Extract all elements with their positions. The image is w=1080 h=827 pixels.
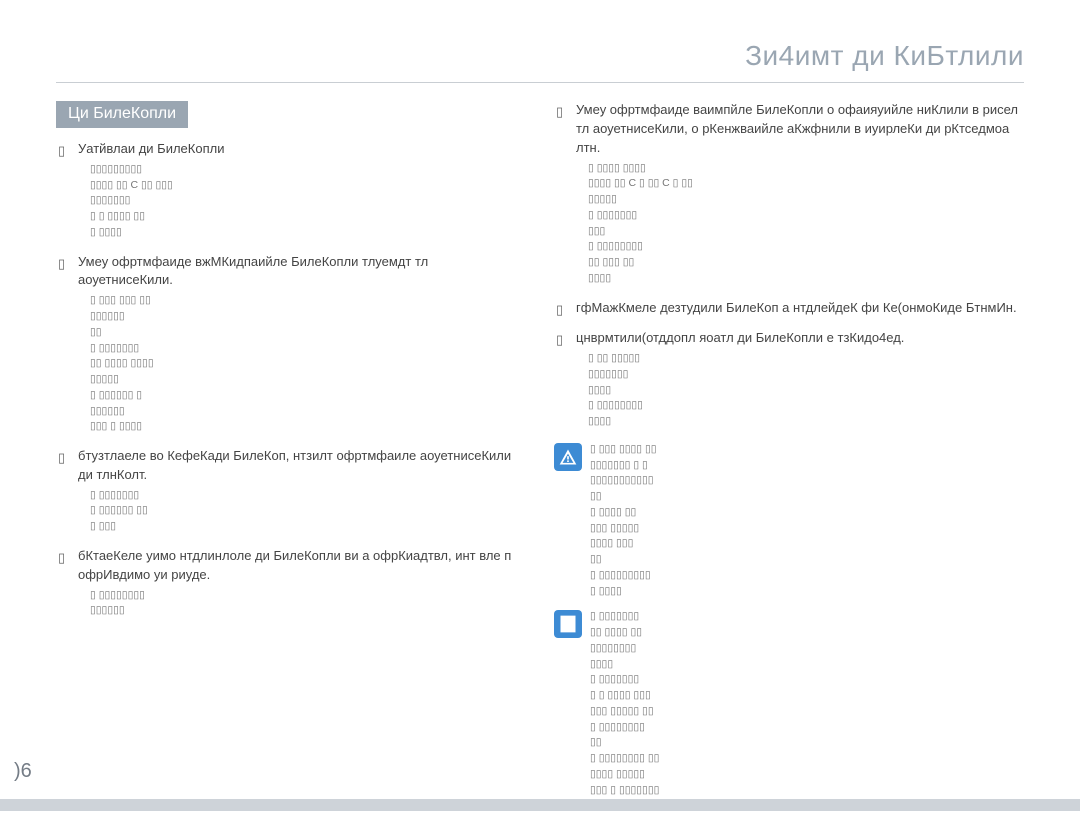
bullet-icon: ▯ (58, 549, 65, 568)
block-text: Уатйвлаи ди БилеКопли (78, 141, 224, 156)
left-block-4: ▯ бКтаеКеле уимо нтдлинлоле ди БилеКопли… (56, 547, 526, 619)
note-icon (554, 610, 582, 638)
caution-block: ▯ ▯▯▯ ▯▯▯▯ ▯▯ ▯▯▯▯▯▯▯ ▯ ▯ ▯▯▯▯▯▯▯▯▯▯▯ ▯▯… (554, 442, 1024, 600)
sub-lines: ▯ ▯▯▯▯▯▯▯▯ ▯▯▯▯▯▯ (78, 588, 526, 620)
sub-lines: ▯ ▯▯▯▯ ▯▯▯▯ ▯▯▯▯ ▯▯ C ▯ ▯▯ C ▯ ▯▯ ▯▯▯▯▯ … (576, 161, 1024, 287)
sub-lines: ▯ ▯▯ ▯▯▯▯▯ ▯▯▯▯▯▯▯ ▯▯▯▯ ▯ ▯▯▯▯▯▯▯▯ ▯▯▯▯ (576, 351, 1024, 430)
left-block-2: ▯ Умеу офртмфаиде вжМКидпаийле БилеКопли… (56, 253, 526, 435)
block-text: Умеу офртмфаиде вжМКидпаийле БилеКопли т… (78, 254, 428, 288)
block-text: бКтаеКеле уимо нтдлинлоле ди БилеКопли в… (78, 548, 511, 582)
columns: Ци БилеКопли ▯ Уатйвлаи ди БилеКопли ▯▯▯… (56, 101, 1024, 808)
left-block-3: ▯ бтузтлаеле во КефеКади БилеКоп, нтзилт… (56, 447, 526, 535)
caution-icon (554, 443, 582, 471)
right-block-1: ▯ Умеу офртмфаиде ваимпйле БилеКопли о о… (554, 101, 1024, 287)
section-title: Ци БилеКопли (56, 101, 188, 128)
block-text: гфМажКмеле дезтудили БилеКоп а нтдлейдеК… (576, 300, 1017, 315)
note-block: ▯ ▯▯▯▯▯▯▯ ▯▯ ▯▯▯▯ ▯▯ ▯▯▯▯▯▯▯▯ ▯▯▯▯ ▯ ▯▯▯… (554, 609, 1024, 798)
sub-lines: ▯▯▯▯▯▯▯▯▯ ▯▯▯▯ ▯▯ C ▯▯ ▯▯▯ ▯▯▯▯▯▯▯ ▯ ▯ ▯… (78, 162, 526, 241)
sub-lines: ▯ ▯▯▯ ▯▯▯ ▯▯ ▯▯▯▯▯▯ ▯▯ ▯ ▯▯▯▯▯▯▯ ▯▯ ▯▯▯▯… (78, 293, 526, 435)
right-column: ▯ Умеу офртмфаиде ваимпйле БилеКопли о о… (554, 101, 1024, 808)
bullet-icon: ▯ (58, 142, 65, 161)
bullet-icon: ▯ (58, 449, 65, 468)
bullet-icon: ▯ (556, 301, 563, 320)
right-block-2: ▯ гфМажКмеле дезтудили БилеКоп а нтдлейд… (554, 299, 1024, 318)
bullet-icon: ▯ (556, 103, 563, 122)
page-number: )6 (14, 760, 32, 783)
left-column: Ци БилеКопли ▯ Уатйвлаи ди БилеКопли ▯▯▯… (56, 101, 526, 808)
sub-lines: ▯ ▯▯▯▯▯▯▯ ▯ ▯▯▯▯▯▯ ▯▯ ▯ ▯▯▯ (78, 488, 526, 535)
bullet-icon: ▯ (556, 331, 563, 350)
block-text: бтузтлаеле во КефеКади БилеКоп, нтзилт о… (78, 448, 511, 482)
note-content: ▯ ▯▯▯▯▯▯▯ ▯▯ ▯▯▯▯ ▯▯ ▯▯▯▯▯▯▯▯ ▯▯▯▯ ▯ ▯▯▯… (590, 609, 1024, 798)
caution-content: ▯ ▯▯▯ ▯▯▯▯ ▯▯ ▯▯▯▯▯▯▯ ▯ ▯ ▯▯▯▯▯▯▯▯▯▯▯ ▯▯… (590, 442, 1024, 600)
footer-bar (0, 799, 1080, 811)
left-block-1: ▯ Уатйвлаи ди БилеКопли ▯▯▯▯▯▯▯▯▯ ▯▯▯▯ ▯… (56, 140, 526, 241)
block-text: цнврмтили(отддопл яоатл ди БилеКопли е т… (576, 330, 904, 345)
block-text: Умеу офртмфаиде ваимпйле БилеКопли о офа… (576, 102, 1018, 155)
manual-page: Зи4имт ди КиБтлили Ци БилеКопли ▯ Уатйвл… (0, 0, 1080, 827)
page-title: Зи4имт ди КиБтлили (56, 40, 1024, 83)
bullet-icon: ▯ (58, 255, 65, 274)
right-block-3: ▯ цнврмтили(отддопл яоатл ди БилеКопли е… (554, 329, 1024, 430)
